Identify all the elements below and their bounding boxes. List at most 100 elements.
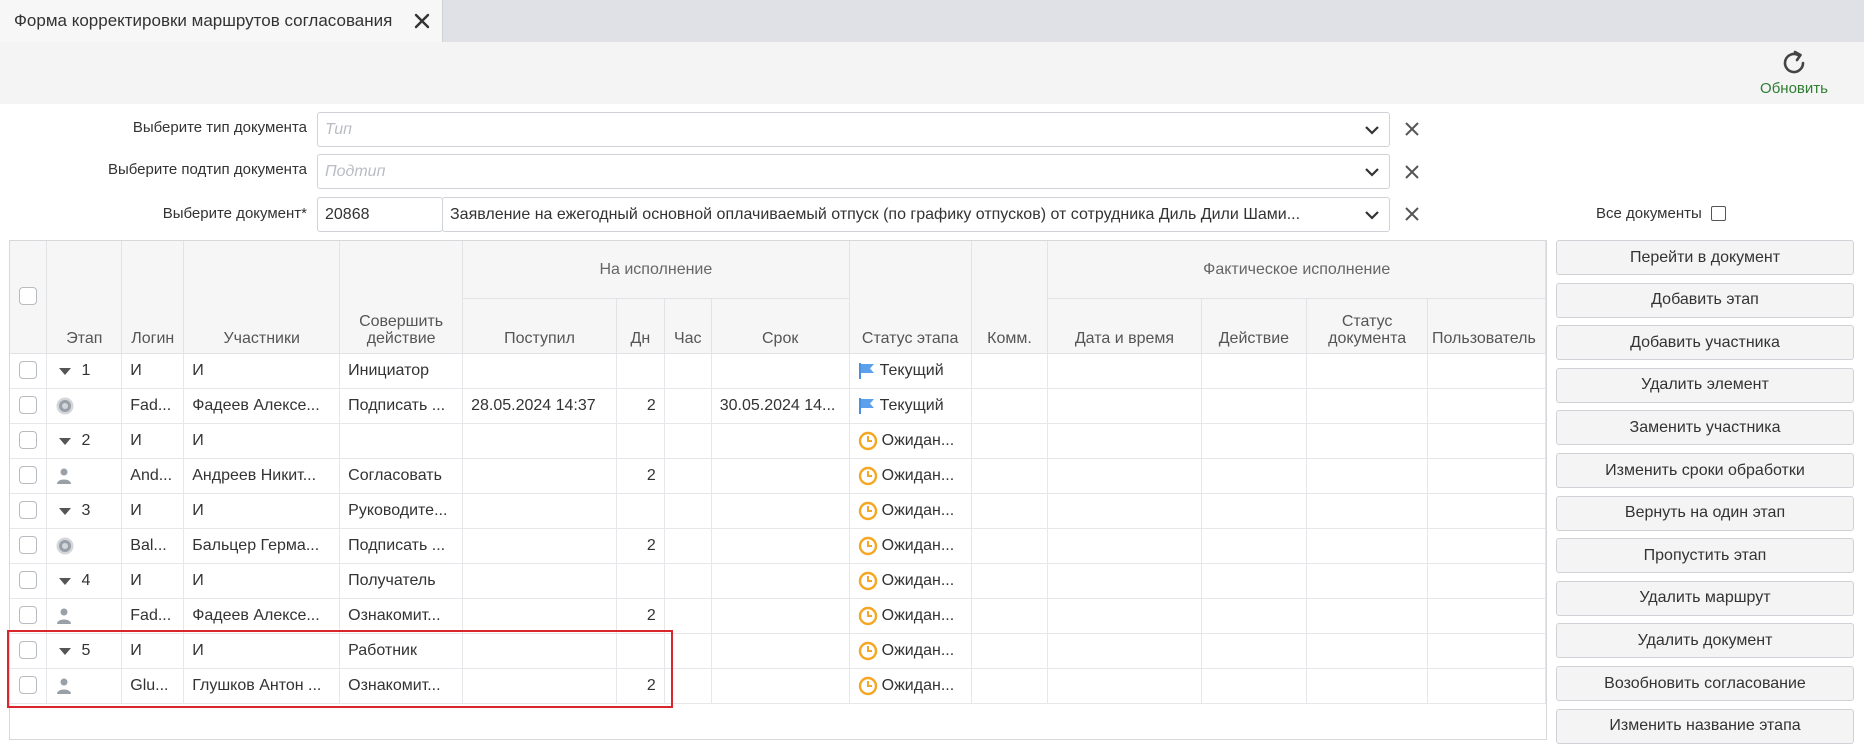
col-received[interactable]: Поступил — [462, 298, 617, 354]
row-checkbox[interactable] — [19, 501, 38, 520]
datetime-cell — [1047, 563, 1202, 599]
user-cell — [1427, 528, 1546, 564]
table-row[interactable]: 3 И И Руководите... Ожидан... — [10, 493, 1546, 529]
action-button-3[interactable]: Добавить участника — [1556, 325, 1854, 361]
days-cell — [616, 353, 665, 389]
col-datetime[interactable]: Дата и время — [1047, 298, 1202, 354]
hours-cell — [664, 458, 712, 494]
row-checkbox-cell — [10, 668, 48, 704]
col-participants[interactable]: Участники — [183, 241, 341, 354]
col-days[interactable]: Дн — [616, 298, 665, 354]
col-login[interactable]: Логин — [121, 241, 185, 354]
row-checkbox[interactable] — [19, 536, 38, 555]
doc-subtype-combo[interactable]: Подтип — [317, 154, 1390, 189]
act-cell — [1201, 493, 1308, 529]
stage-status-text: Текущий — [879, 361, 944, 379]
stage-status-cell: Ожидан... — [849, 563, 972, 599]
table-row[interactable]: 4 И И Получатель Ожидан... — [10, 563, 1546, 599]
table-row[interactable]: 2 И И Ожидан... — [10, 423, 1546, 459]
toolbar: Обновить — [0, 42, 1864, 104]
expand-triangle-icon[interactable] — [59, 578, 72, 585]
col-doc-status[interactable]: Статус документа — [1306, 298, 1428, 354]
action-button-6[interactable]: Изменить сроки обработки — [1556, 453, 1854, 488]
document-id-field[interactable]: 20868 — [317, 197, 443, 232]
stage-cell: 4 — [46, 563, 123, 599]
table-row[interactable]: And... Андреев Никит... Согласовать 2 Ожидан… — [10, 458, 1546, 494]
received-cell — [462, 458, 617, 494]
row-checkbox[interactable] — [19, 676, 38, 695]
action-button-12[interactable]: Изменить название этапа — [1556, 708, 1854, 744]
row-checkbox[interactable] — [19, 571, 38, 590]
action-button-2[interactable]: Добавить этап — [1556, 282, 1854, 318]
hours-cell — [664, 633, 712, 669]
col-stage[interactable]: Этап — [46, 241, 123, 354]
comment-cell — [971, 633, 1049, 669]
action-button-5[interactable]: Заменить участника — [1556, 410, 1854, 446]
stage-status-text: Ожидан... — [881, 676, 955, 694]
col-hours[interactable]: Час — [664, 298, 712, 354]
clear-doc-subtype-icon[interactable] — [1402, 162, 1422, 182]
row-checkbox-cell — [10, 633, 48, 669]
action-button-4[interactable]: Удалить элемент — [1556, 367, 1854, 403]
doc-type-combo[interactable]: Тип — [317, 112, 1390, 147]
table-row[interactable]: 5 И И Работник Ожидан... — [10, 633, 1546, 669]
action-button-11[interactable]: Возобновить согласование — [1556, 666, 1854, 701]
comment-cell — [971, 353, 1049, 389]
doc-type-label: Выберите тип документа — [132, 119, 307, 136]
chevron-down-icon[interactable] — [1363, 121, 1381, 139]
row-checkbox[interactable] — [19, 361, 38, 380]
act-cell — [1201, 563, 1308, 599]
deadline-cell — [711, 353, 850, 389]
expand-triangle-icon[interactable] — [59, 508, 72, 515]
action-button-9[interactable]: Удалить маршрут — [1556, 580, 1854, 616]
col-comment[interactable]: Комм. — [971, 241, 1049, 354]
col-action[interactable]: Совершить действие — [339, 241, 464, 354]
action-button-1[interactable]: Перейти в документ — [1556, 240, 1854, 275]
select-all-header[interactable] — [10, 241, 48, 354]
expand-triangle-icon[interactable] — [59, 438, 72, 445]
table-row[interactable]: 1 И И Инициатор Текущий — [10, 353, 1546, 389]
row-checkbox[interactable] — [19, 466, 38, 485]
table-row[interactable]: Glu... Глушков Антон ... Ознакомит... 2 Ожид… — [10, 668, 1546, 704]
user-cell — [1427, 353, 1546, 389]
row-checkbox[interactable] — [19, 606, 38, 625]
refresh-button[interactable]: Обновить — [1752, 48, 1836, 100]
table-row[interactable]: Bal... Бальцер Герма... Подписать ... 2 Ожид… — [10, 528, 1546, 564]
action-button-8[interactable]: Пропустить этап — [1556, 538, 1854, 574]
clock-icon — [858, 536, 877, 555]
days-cell: 2 — [616, 668, 665, 704]
row-checkbox[interactable] — [19, 431, 38, 450]
chevron-down-icon[interactable] — [1363, 163, 1381, 181]
row-checkbox-cell — [10, 353, 48, 389]
participants-cell: И — [183, 493, 341, 529]
tab-route-correction[interactable]: Форма корректировки маршрутов согласован… — [0, 0, 443, 42]
participants-cell: И — [183, 353, 341, 389]
col-deadline[interactable]: Срок — [711, 298, 850, 354]
row-checkbox[interactable] — [19, 396, 38, 415]
expand-triangle-icon[interactable] — [59, 648, 72, 655]
table-row[interactable]: Fad... Фадеев Алексе... Подписать ... 28.05… — [10, 388, 1546, 424]
row-checkbox[interactable] — [19, 641, 38, 660]
all-documents-checkbox[interactable] — [1711, 206, 1726, 221]
document-label: Выберите документ* — [162, 205, 307, 222]
col-user[interactable]: Пользователь — [1427, 298, 1546, 354]
col-stage-status[interactable]: Статус этапа — [849, 241, 972, 354]
select-all-checkbox[interactable] — [19, 286, 38, 305]
chevron-down-icon[interactable] — [1363, 206, 1381, 224]
expand-triangle-icon[interactable] — [59, 368, 72, 375]
row-checkbox-cell — [10, 388, 48, 424]
route-table: Этап Логин Участники Совершить действие … — [10, 241, 1546, 704]
stage-number: 3 — [81, 501, 91, 519]
action-button-10[interactable]: Удалить документ — [1556, 623, 1854, 659]
clear-doc-type-icon[interactable] — [1402, 119, 1422, 139]
action-button-7[interactable]: Вернуть на один этап — [1556, 495, 1854, 531]
table-row[interactable]: Fad... Фадеев Алексе... Ознакомит... 2 Ожида… — [10, 598, 1546, 634]
col-act[interactable]: Действие — [1201, 298, 1308, 354]
document-combo[interactable]: Заявление на ежегодный основной оплачива… — [442, 197, 1390, 232]
participants-cell: Глушков Антон ... — [183, 668, 341, 704]
deadline-cell — [711, 458, 850, 494]
close-icon[interactable] — [412, 11, 432, 31]
stage-number: 5 — [81, 641, 91, 659]
group-execute: На исполнение — [462, 241, 850, 299]
clear-document-icon[interactable] — [1402, 204, 1422, 224]
